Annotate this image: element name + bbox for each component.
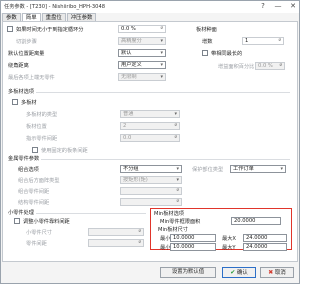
cancel-button-label: 取消 — [274, 270, 286, 276]
help-icon[interactable]: ? — [259, 2, 267, 10]
sheet-count-field[interactable]: 1 — [242, 37, 284, 45]
default-spacing-select[interactable]: 默认 — [118, 49, 166, 57]
min-area-label: Min零件框限面积 — [160, 219, 201, 225]
multi-spacing-label: 指示零件间距 — [26, 136, 58, 142]
ok-button[interactable]: ✔ 确认 — [222, 267, 256, 278]
add-mark-checkbox[interactable] — [7, 26, 13, 32]
small-size-label: 小零件尺寸 — [26, 230, 52, 236]
small-parts-checkbox[interactable] — [14, 218, 20, 224]
structure-spacing-label: 结构零件间距 — [18, 200, 50, 206]
multi-count-field[interactable]: 2 — [120, 122, 180, 130]
small-gap-field[interactable] — [88, 239, 144, 247]
max-spacing-label: 最后各项上端无零件 — [8, 75, 55, 81]
multi-sheet-checkbox[interactable] — [12, 99, 18, 105]
group-spacing-label: 组合零件间距 — [18, 189, 50, 195]
gain-ratio-field[interactable]: 0.0 % — [255, 62, 285, 70]
mark-kind-label: 切割步骤 — [16, 39, 37, 45]
set-default-button[interactable]: 设置为默认值 — [160, 267, 216, 278]
max-x-label: 最大X — [222, 236, 236, 242]
rotate-angle-select[interactable]: 用户定义 — [118, 61, 166, 69]
same-longest-label: 带相同最长的 — [211, 51, 243, 57]
default-spacing-label: 默认位置距离量 — [8, 51, 45, 57]
small-parts-title: 小零件处理 — [8, 209, 36, 216]
cancel-button[interactable]: ✖ 取消 — [260, 267, 294, 278]
min-y-field[interactable]: 10.0000 — [170, 243, 216, 251]
max-y-label: 最大Y — [222, 245, 236, 251]
sort-type-select[interactable]: 工作订单 — [230, 165, 286, 173]
ok-button-label: 确认 — [236, 270, 248, 276]
sheet-section-title: 板材种面 — [196, 27, 217, 33]
multi-sheet-separator — [8, 92, 290, 93]
min-size-label: Min板材尺寸 — [158, 227, 188, 233]
multi-kind-select[interactable]: 普通 — [120, 110, 180, 118]
small-gap-label: 零件间距 — [26, 241, 47, 247]
sort-type-label: 保护部位类型 — [192, 167, 224, 173]
window-controls: ? — ✕ — [259, 2, 297, 10]
multi-kind-label: 多板材的类型 — [26, 112, 58, 118]
minimize-icon[interactable]: — — [274, 2, 282, 10]
same-longest-checkbox[interactable] — [202, 50, 208, 56]
pattern-label: 组合后方面阵类型 — [18, 178, 60, 184]
multi-spacing-field[interactable]: 0.0 — [120, 134, 180, 142]
mark-value-field[interactable]: 0.0 % — [118, 25, 166, 33]
min-area-field[interactable]: 20.0000 — [231, 217, 281, 225]
mark-kind-select[interactable]: 高精度分 — [118, 37, 166, 45]
small-parts-label: 调整小零件靠料间距 — [23, 219, 70, 225]
pattern-select[interactable]: 按矩形(矩) — [120, 176, 182, 184]
small-size-field[interactable] — [88, 228, 144, 236]
multi-sheet-label: 多板材 — [21, 100, 37, 106]
group-params-separator — [8, 159, 290, 160]
multi-count-label: 板材位置 — [26, 124, 47, 130]
max-spacing-select[interactable]: 无限制 — [118, 73, 166, 81]
min-sheet-title: Min板材选项 — [154, 211, 184, 217]
multi-sheet-group-title: 多板材选项 — [8, 88, 36, 95]
cross-icon: ✖ — [268, 269, 274, 276]
group-params-title: 金属零件参数 — [8, 155, 42, 162]
fixed-strip-checkbox[interactable] — [32, 147, 38, 153]
check-icon: ✔ — [230, 269, 236, 276]
rotate-angle-label: 绕角距离 — [8, 63, 29, 69]
combo-option-label: 组合选项 — [18, 167, 39, 173]
structure-spacing-field[interactable] — [120, 198, 182, 206]
window-title: 任务参数 - [T230] - Nishiiribo_HPH-3048 — [4, 4, 106, 10]
min-x-field[interactable]: 10.0000 — [170, 234, 216, 242]
combo-option-select[interactable]: 不分组 — [120, 165, 182, 173]
add-mark-label: 如果时间无小于到指定循环分 — [16, 27, 84, 33]
fixed-strip-label: 使用固定的板条间距 — [41, 148, 88, 154]
group-spacing-field[interactable] — [120, 187, 182, 195]
gain-ratio-label: 增益面积百分比 — [218, 64, 255, 70]
max-x-field[interactable]: 24.0000 — [243, 234, 287, 242]
close-icon[interactable]: ✕ — [289, 2, 297, 10]
sheet-count-label: 增数 — [202, 39, 213, 45]
max-y-field[interactable]: 24.0000 — [243, 243, 287, 251]
